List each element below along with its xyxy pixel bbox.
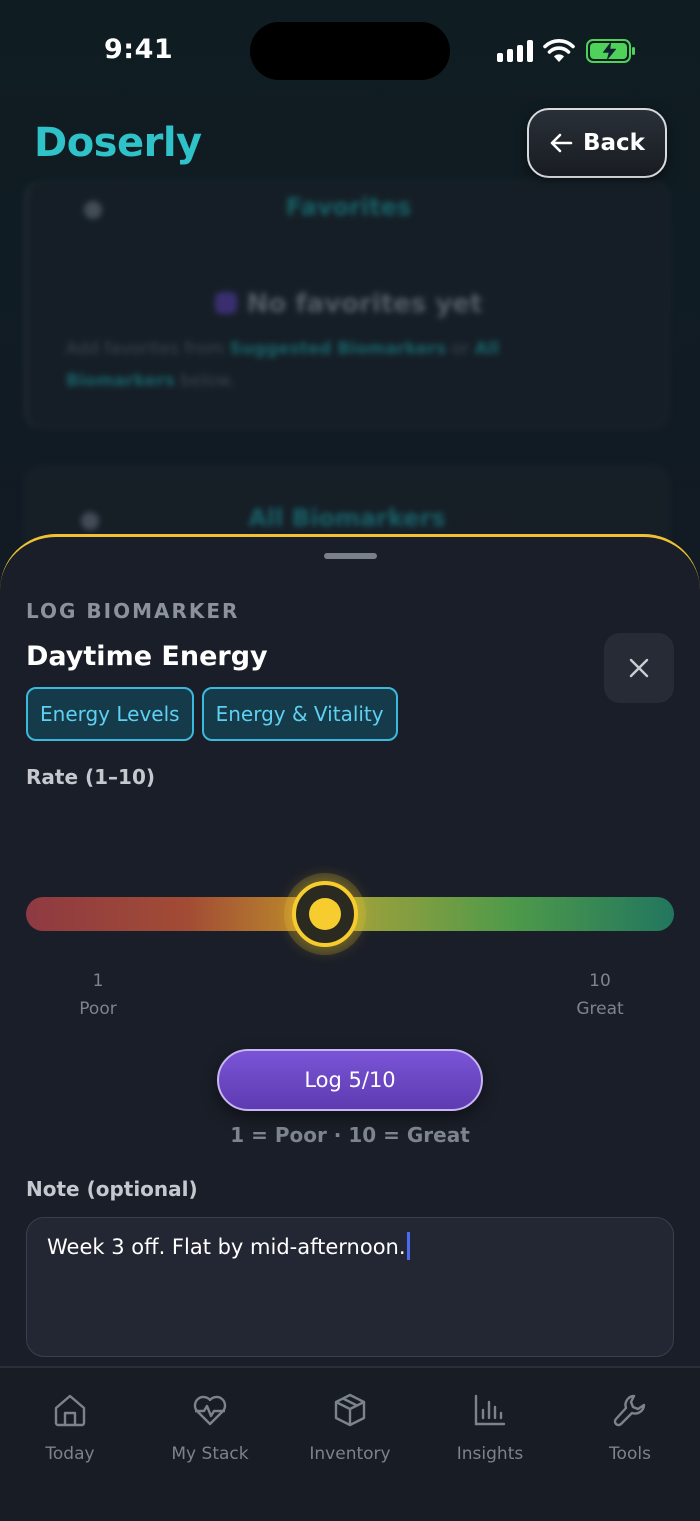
note-textarea[interactable]: Week 3 off. Flat by mid-afternoon.	[26, 1217, 674, 1357]
bar-chart-icon	[474, 1394, 506, 1426]
slider-min-text: Poor	[79, 999, 117, 1019]
tab-bar: Today My Stack Inventory Insights Tools	[0, 1366, 700, 1521]
app-title: Doserly	[34, 120, 202, 166]
wrench-icon	[613, 1394, 646, 1427]
favorites-hint-mid: or	[446, 339, 475, 359]
all-biomarkers-title: All Biomarkers	[248, 504, 446, 532]
note-text: Week 3 off. Flat by mid-afternoon.	[47, 1235, 406, 1259]
favorites-empty-state: No favorites yet	[28, 289, 669, 319]
tab-insights[interactable]: Insights	[420, 1392, 560, 1464]
favorites-empty-text: No favorites yet	[246, 289, 483, 319]
rating-slider-thumb[interactable]	[291, 881, 358, 947]
sheet-eyebrow: LOG BIOMARKER	[26, 599, 240, 623]
tab-tools[interactable]: Tools	[560, 1392, 700, 1464]
slider-max-text: Great	[576, 999, 624, 1019]
battery-charging-icon	[586, 39, 635, 63]
box-icon	[334, 1393, 366, 1427]
arrow-left-icon	[550, 133, 573, 153]
favorites-title: Favorites	[285, 193, 412, 221]
wifi-icon	[543, 39, 575, 62]
favorites-hint-prefix: Add favorites from	[66, 339, 230, 359]
sparkle-icon	[214, 292, 237, 314]
tab-inventory[interactable]: Inventory	[280, 1392, 420, 1464]
background-content: Favorites No favorites yet Add favorites…	[0, 180, 700, 585]
scale-hint: 1 = Poor · 10 = Great	[230, 1123, 470, 1147]
slider-thumb-core	[308, 898, 341, 930]
favorites-hint: Add favorites from Suggested Biomarkers …	[66, 333, 546, 397]
status-time: 9:41	[104, 34, 174, 65]
tag-energy-levels[interactable]: Energy Levels	[26, 687, 194, 741]
tag-energy-vitality[interactable]: Energy & Vitality	[201, 687, 398, 741]
rate-label: Rate (1–10)	[26, 765, 156, 789]
favorites-card: Favorites No favorites yet Add favorites…	[24, 180, 670, 430]
close-icon	[629, 658, 649, 678]
tab-today-label: Today	[45, 1444, 95, 1464]
log-rating-button[interactable]: Log 5/10	[217, 1049, 483, 1111]
slider-max-label: 10 Great	[560, 967, 640, 1023]
tab-insights-label: Insights	[456, 1444, 524, 1464]
text-caret	[406, 1232, 410, 1260]
slider-max-number: 10	[589, 971, 611, 991]
sheet-grabber[interactable]	[324, 553, 377, 559]
dynamic-island	[250, 22, 450, 80]
tag-list: Energy Levels Energy & Vitality	[26, 687, 398, 741]
tab-my-stack[interactable]: My Stack	[140, 1392, 280, 1464]
slider-min-number: 1	[92, 971, 104, 991]
back-button-label: Back	[583, 130, 645, 156]
heart-pulse-icon	[193, 1395, 227, 1426]
biomarker-title: Daytime Energy	[26, 641, 268, 672]
cellular-signal-icon	[497, 40, 533, 62]
suggested-biomarkers-link[interactable]: Suggested Biomarkers	[229, 339, 446, 359]
tab-my-stack-label: My Stack	[171, 1444, 249, 1464]
favorites-hint-suffix: below.	[174, 371, 235, 391]
note-label: Note (optional)	[26, 1177, 198, 1201]
slider-min-label: 1 Poor	[58, 967, 138, 1023]
screen: 9:41 Doserly Back Favorites No favorites…	[0, 0, 700, 1521]
tab-tools-label: Tools	[609, 1444, 651, 1464]
close-button[interactable]	[604, 633, 674, 703]
tab-inventory-label: Inventory	[309, 1444, 391, 1464]
status-bar: 9:41	[0, 0, 700, 100]
back-button[interactable]: Back	[527, 108, 667, 178]
home-icon	[54, 1394, 86, 1427]
log-biomarker-sheet: LOG BIOMARKER Daytime Energy Energy Leve…	[0, 534, 700, 1374]
tab-today[interactable]: Today	[0, 1392, 140, 1464]
